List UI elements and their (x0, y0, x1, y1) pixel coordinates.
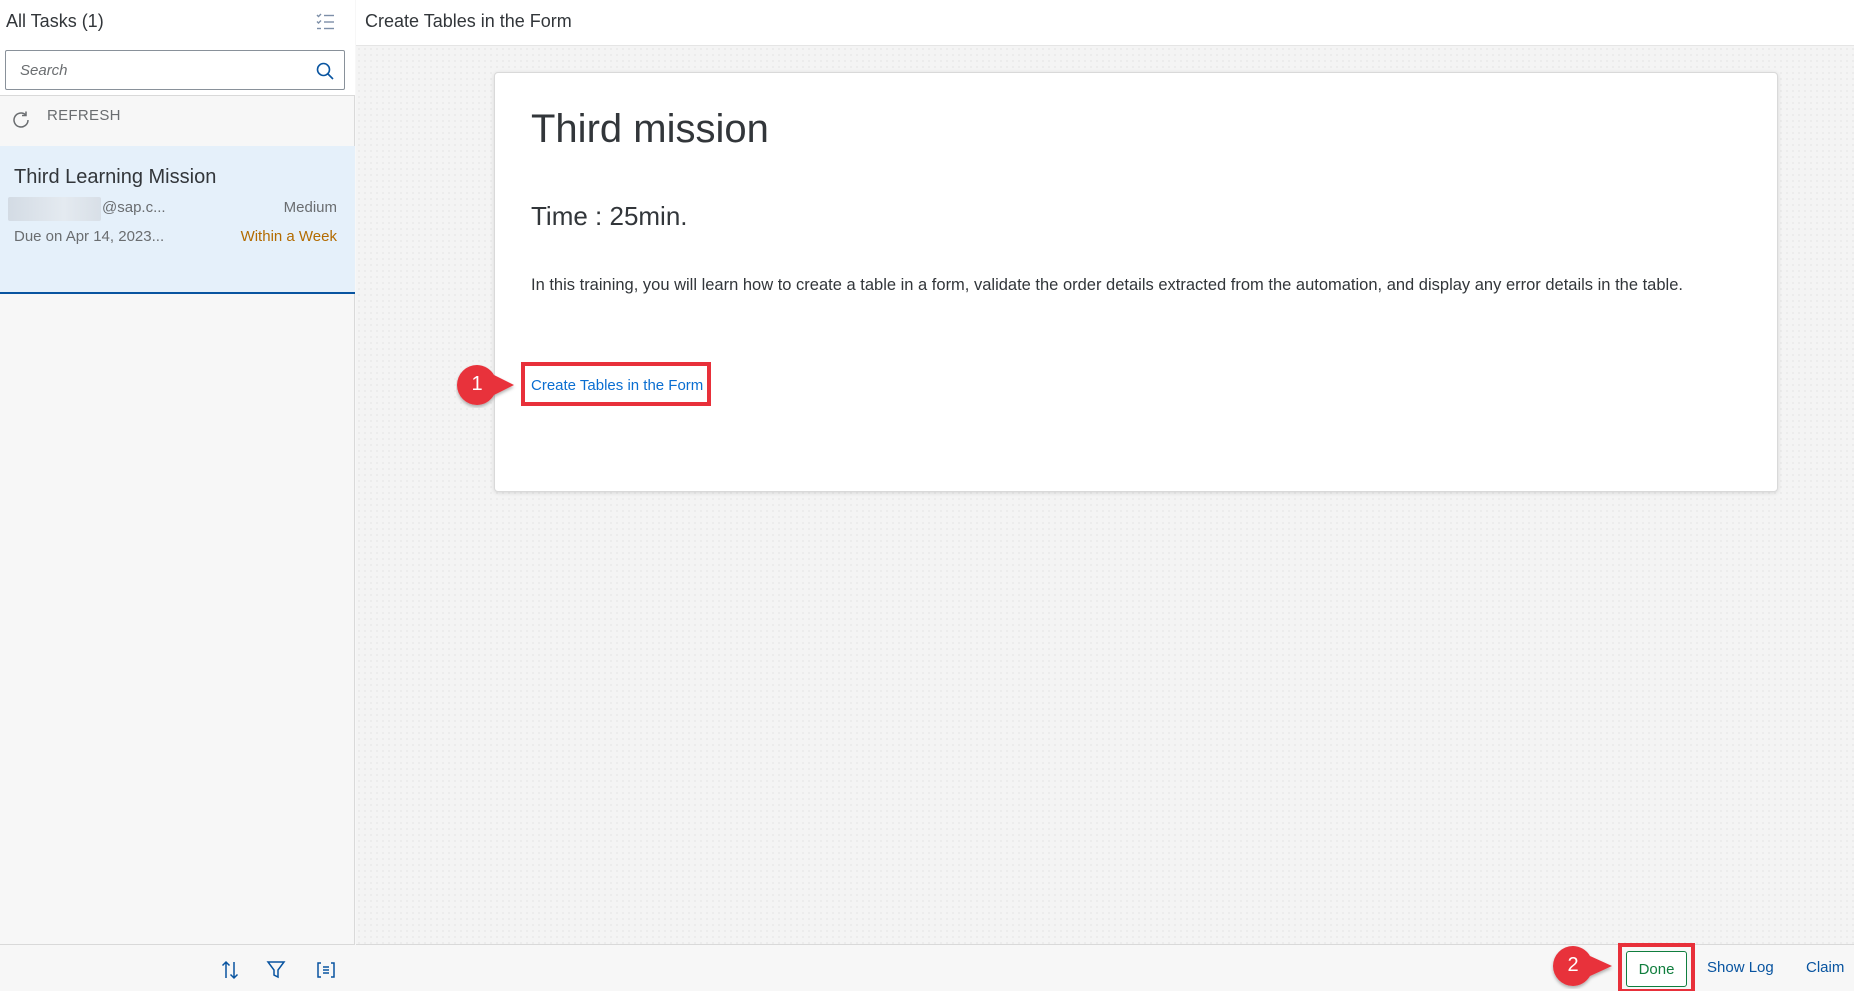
task-list-panel: All Tasks (1) REFRESH Third (0, 0, 355, 991)
mission-description: In this training, you will learn how to … (531, 276, 1683, 294)
refresh-icon (10, 109, 32, 131)
callout-number: 2 (1567, 954, 1579, 976)
task-list-title: All Tasks (1) (6, 11, 104, 31)
detail-footer-toolbar: 2 Done Show Log Claim (356, 943, 1854, 991)
task-due-status: Within a Week (240, 228, 337, 245)
claim-button[interactable]: Claim (1806, 959, 1844, 976)
show-log-button[interactable]: Show Log (1707, 959, 1774, 976)
task-card: Third mission Time : 25min. In this trai… (494, 72, 1778, 492)
search-icon[interactable] (315, 61, 335, 81)
task-priority: Medium (283, 199, 337, 216)
detail-title: Create Tables in the Form (365, 11, 572, 31)
callout-marker-1: 1 (456, 362, 514, 408)
task-creator: @sap.c... (102, 199, 166, 216)
redacted-creator-name (8, 197, 101, 221)
detail-body: Third mission Time : 25min. In this trai… (356, 46, 1854, 944)
search-input[interactable] (6, 51, 296, 89)
mission-heading: Third mission (531, 107, 769, 151)
task-list-item[interactable]: Third Learning Mission @sap.c... Medium … (0, 146, 355, 294)
task-title: Third Learning Mission (14, 166, 217, 188)
task-due-date: Due on Apr 14, 2023... (14, 228, 165, 245)
create-tables-link[interactable]: Create Tables in the Form (531, 377, 703, 394)
search-field (5, 50, 345, 90)
group-icon[interactable] (314, 958, 338, 982)
sort-icon[interactable] (218, 958, 242, 982)
task-list-footer (0, 944, 355, 991)
task-detail-panel: Create Tables in the Form Third mission … (356, 0, 1854, 991)
task-list-header: All Tasks (1) (0, 0, 355, 44)
link-highlight-box: Create Tables in the Form (521, 362, 711, 406)
refresh-label: REFRESH (47, 107, 121, 124)
search-bar (0, 44, 355, 96)
done-button[interactable]: Done (1626, 951, 1687, 987)
detail-header: Create Tables in the Form (356, 0, 1854, 46)
mission-duration: Time : 25min. (531, 201, 688, 231)
callout-number: 1 (471, 373, 483, 395)
multi-select-icon[interactable] (314, 10, 338, 34)
filter-icon[interactable] (264, 958, 288, 982)
refresh-button[interactable]: REFRESH (0, 97, 355, 145)
callout-marker-2: 2 (1550, 943, 1612, 989)
